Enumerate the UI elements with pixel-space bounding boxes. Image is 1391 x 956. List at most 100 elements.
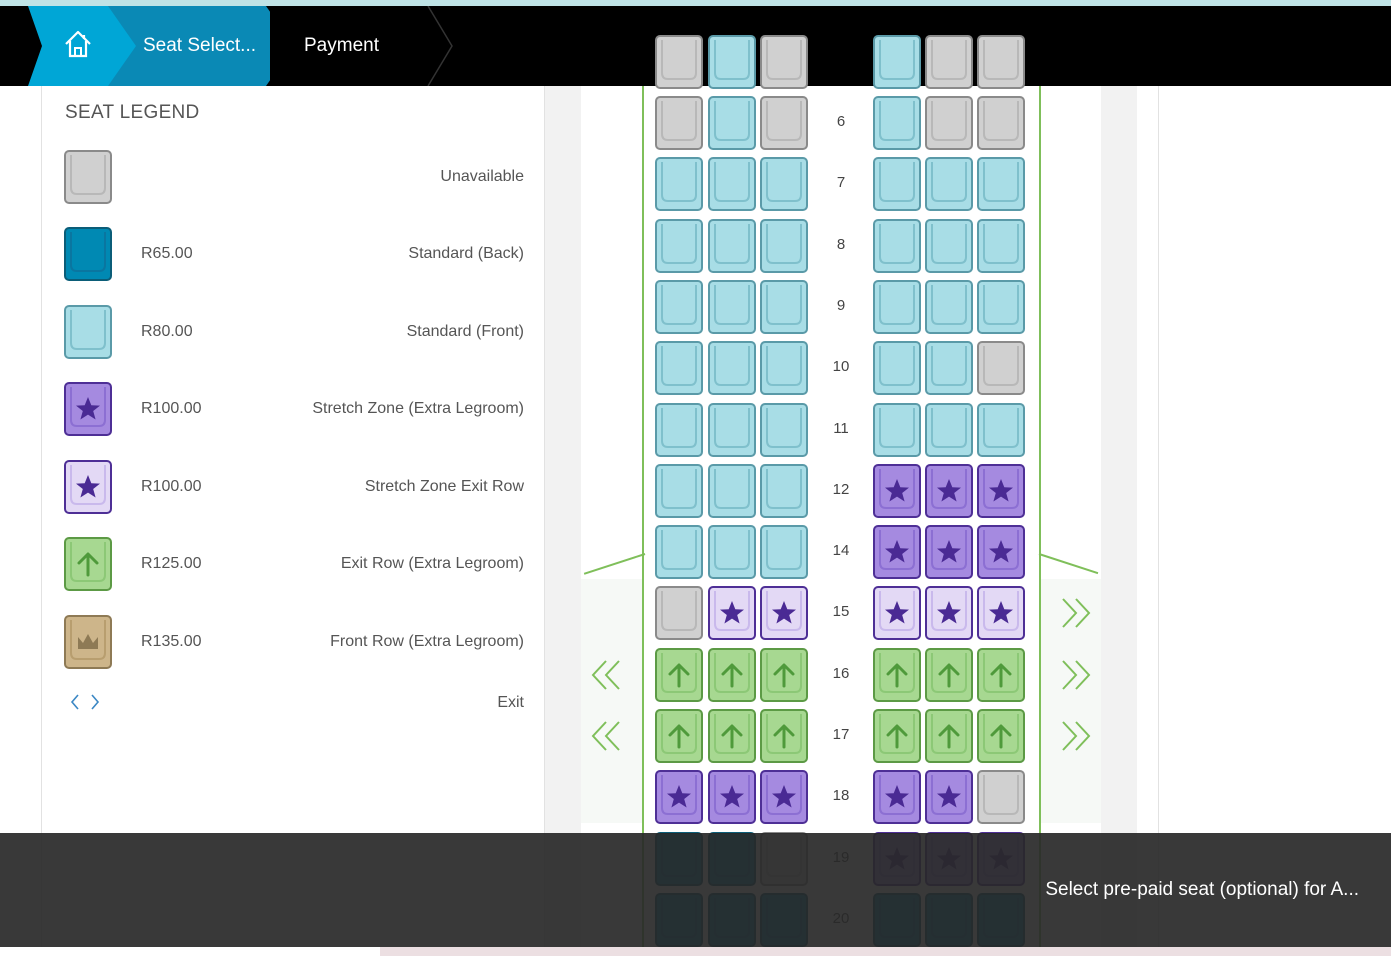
seat-11A[interactable] bbox=[655, 402, 703, 457]
seat-8F[interactable] bbox=[977, 218, 1025, 273]
legend-row-standard-front: R80.00 Standard (Front) bbox=[64, 305, 524, 361]
seat-11B[interactable] bbox=[708, 402, 756, 457]
seat-14A[interactable] bbox=[655, 525, 703, 580]
legend-row-standard-back: R65.00 Standard (Back) bbox=[64, 227, 524, 283]
legend-swatch-standard-back bbox=[64, 227, 112, 283]
seat-17D[interactable] bbox=[873, 709, 921, 763]
bottom-strip bbox=[0, 947, 1391, 956]
seat-12B[interactable] bbox=[708, 463, 756, 518]
seat-9C[interactable] bbox=[760, 279, 808, 334]
row-number: 8 bbox=[836, 235, 846, 253]
seat-14D[interactable] bbox=[873, 525, 921, 580]
seat-7C[interactable] bbox=[760, 157, 808, 212]
seat-15D[interactable] bbox=[873, 586, 921, 641]
legend-swatch-front bbox=[64, 615, 112, 671]
seat-10B[interactable] bbox=[708, 341, 756, 396]
legend-label: Exit Row (Extra Legroom) bbox=[340, 555, 524, 572]
seat-8E[interactable] bbox=[925, 218, 973, 273]
seat-18D[interactable] bbox=[873, 770, 921, 825]
seat-10C[interactable] bbox=[760, 341, 808, 396]
seat-partial bbox=[655, 34, 703, 89]
seat-9B[interactable] bbox=[708, 279, 756, 334]
exit-zone-left bbox=[581, 579, 643, 823]
row-number: 15 bbox=[832, 603, 850, 621]
seat-17C[interactable] bbox=[760, 709, 808, 763]
seat-17E[interactable] bbox=[925, 709, 973, 763]
seat-14C[interactable] bbox=[760, 525, 808, 580]
seat-16F[interactable] bbox=[977, 647, 1025, 702]
legend-label: Standard (Back) bbox=[408, 245, 524, 262]
seat-16E[interactable] bbox=[925, 647, 973, 702]
legend-exit-label: Exit bbox=[497, 694, 524, 711]
seat-11E[interactable] bbox=[925, 402, 973, 457]
seat-7B[interactable] bbox=[708, 157, 756, 212]
seat-7A[interactable] bbox=[655, 157, 703, 212]
legend-row-stretch: R100.00 Stretch Zone (Extra Legroom) bbox=[64, 382, 524, 438]
seat-map-panel: 6 7 8 9 10 11 12 14 15 16 17 18 bbox=[545, 34, 1137, 956]
seat-6B[interactable] bbox=[708, 96, 756, 150]
seat-16D[interactable] bbox=[873, 647, 921, 702]
seat-9E[interactable] bbox=[925, 279, 973, 334]
seat-15F[interactable] bbox=[977, 586, 1025, 641]
seat-9A[interactable] bbox=[655, 279, 703, 334]
seat-18A[interactable] bbox=[655, 770, 703, 825]
seat-9F[interactable] bbox=[977, 279, 1025, 334]
row-number: 7 bbox=[836, 174, 846, 192]
seat-14E[interactable] bbox=[925, 525, 973, 580]
legend-price: R135.00 bbox=[141, 633, 202, 650]
seat-16A[interactable] bbox=[655, 647, 703, 702]
cabin-wall-left bbox=[642, 86, 644, 956]
toast-message: Select pre-paid seat (optional) for A... bbox=[1045, 879, 1359, 900]
seat-10A[interactable] bbox=[655, 341, 703, 396]
seat-12E[interactable] bbox=[925, 463, 973, 518]
legend-price: R100.00 bbox=[141, 478, 202, 495]
row-number: 9 bbox=[836, 296, 846, 314]
row-number: 12 bbox=[832, 480, 850, 498]
breadcrumb-seat-select-label: Seat Select... bbox=[143, 35, 257, 56]
legend-price: R80.00 bbox=[141, 323, 193, 340]
exit-arrow-right-icon bbox=[1062, 660, 1091, 690]
seat-9D[interactable] bbox=[873, 279, 921, 334]
seat-18B[interactable] bbox=[708, 770, 756, 825]
seat-12A[interactable] bbox=[655, 463, 703, 518]
seat-11D[interactable] bbox=[873, 402, 921, 457]
seat-15C[interactable] bbox=[760, 586, 808, 641]
seat-18C[interactable] bbox=[760, 770, 808, 825]
seat-partial[interactable] bbox=[708, 34, 756, 89]
seat-7D[interactable] bbox=[873, 157, 921, 212]
seat-16C[interactable] bbox=[760, 647, 808, 702]
seat-12D[interactable] bbox=[873, 463, 921, 518]
seat-17F[interactable] bbox=[977, 709, 1025, 763]
info-toast[interactable]: Select pre-paid seat (optional) for A... bbox=[0, 833, 1391, 947]
seat-12C[interactable] bbox=[760, 463, 808, 518]
wing-left bbox=[583, 553, 646, 575]
seat-10E[interactable] bbox=[925, 341, 973, 396]
seat-17B[interactable] bbox=[708, 709, 756, 763]
seat-10F bbox=[977, 341, 1025, 396]
cabin-area bbox=[581, 86, 1101, 956]
seat-8C[interactable] bbox=[760, 218, 808, 273]
seat-18E[interactable] bbox=[925, 770, 973, 825]
seat-8A[interactable] bbox=[655, 218, 703, 273]
seat-6D[interactable] bbox=[873, 96, 921, 150]
seat-14B[interactable] bbox=[708, 525, 756, 580]
seat-11C[interactable] bbox=[760, 402, 808, 457]
legend-row-unavailable: Unavailable bbox=[64, 150, 524, 206]
seat-15E[interactable] bbox=[925, 586, 973, 641]
seat-17A[interactable] bbox=[655, 709, 703, 763]
seat-legend-title: SEAT LEGEND bbox=[65, 102, 200, 123]
seat-11F[interactable] bbox=[977, 402, 1025, 457]
seat-15B[interactable] bbox=[708, 586, 756, 641]
breadcrumb-separator-icon bbox=[427, 6, 453, 86]
seat-7E[interactable] bbox=[925, 157, 973, 212]
seat-7F[interactable] bbox=[977, 157, 1025, 212]
seat-partial[interactable] bbox=[873, 34, 921, 89]
exit-arrow-left-icon bbox=[591, 660, 620, 690]
seat-16B[interactable] bbox=[708, 647, 756, 702]
seat-10D[interactable] bbox=[873, 341, 921, 396]
seat-8B[interactable] bbox=[708, 218, 756, 273]
seat-12F[interactable] bbox=[977, 463, 1025, 518]
seat-8D[interactable] bbox=[873, 218, 921, 273]
seat-14F[interactable] bbox=[977, 525, 1025, 580]
row-number: 18 bbox=[832, 787, 850, 805]
